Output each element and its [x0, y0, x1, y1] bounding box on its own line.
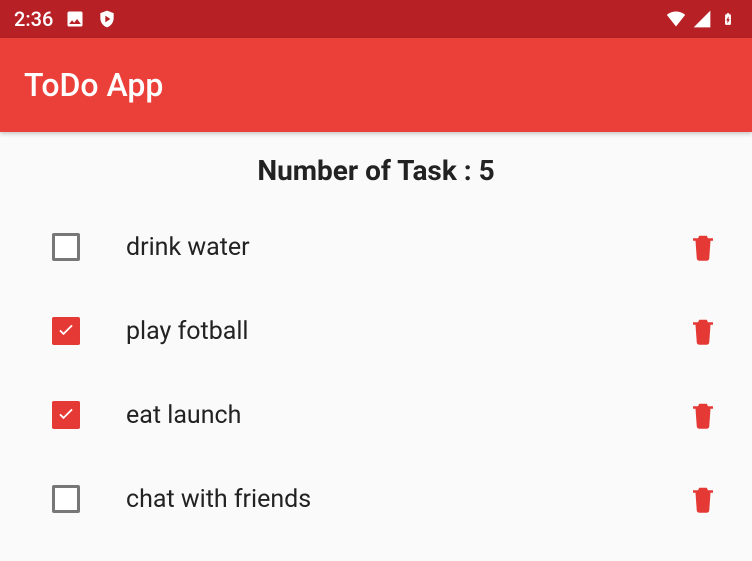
trash-icon[interactable]	[688, 314, 718, 348]
task-label: play fotball	[126, 317, 688, 346]
task-count-header: Number of Task : 5	[0, 132, 752, 197]
image-icon	[65, 9, 85, 29]
task-checkbox[interactable]	[52, 485, 80, 513]
wifi-icon	[666, 9, 686, 29]
task-label: eat launch	[126, 401, 688, 430]
task-row: chat with friends	[0, 457, 752, 541]
task-row: eat launch	[0, 373, 752, 457]
task-checkbox[interactable]	[52, 401, 80, 429]
task-label: drink water	[126, 233, 688, 262]
task-label: chat with friends	[126, 485, 688, 514]
task-row: play fotball	[0, 289, 752, 373]
status-right	[666, 9, 738, 29]
task-checkbox[interactable]	[52, 233, 80, 261]
task-row: drink water	[0, 205, 752, 289]
status-bar: 2:36	[0, 0, 752, 38]
app-bar: ToDo App	[0, 38, 752, 132]
trash-icon[interactable]	[688, 482, 718, 516]
task-list: drink water play fotball eat launch chat wi…	[0, 197, 752, 549]
status-left: 2:36	[14, 7, 117, 31]
app-title: ToDo App	[24, 66, 163, 104]
signal-icon	[692, 9, 712, 29]
task-count-label: Number of Task : 5	[257, 154, 494, 187]
task-checkbox[interactable]	[52, 317, 80, 345]
trash-icon[interactable]	[688, 398, 718, 432]
trash-icon[interactable]	[688, 230, 718, 264]
shield-play-icon	[97, 9, 117, 29]
status-time: 2:36	[14, 7, 53, 31]
battery-charging-icon	[718, 9, 738, 29]
